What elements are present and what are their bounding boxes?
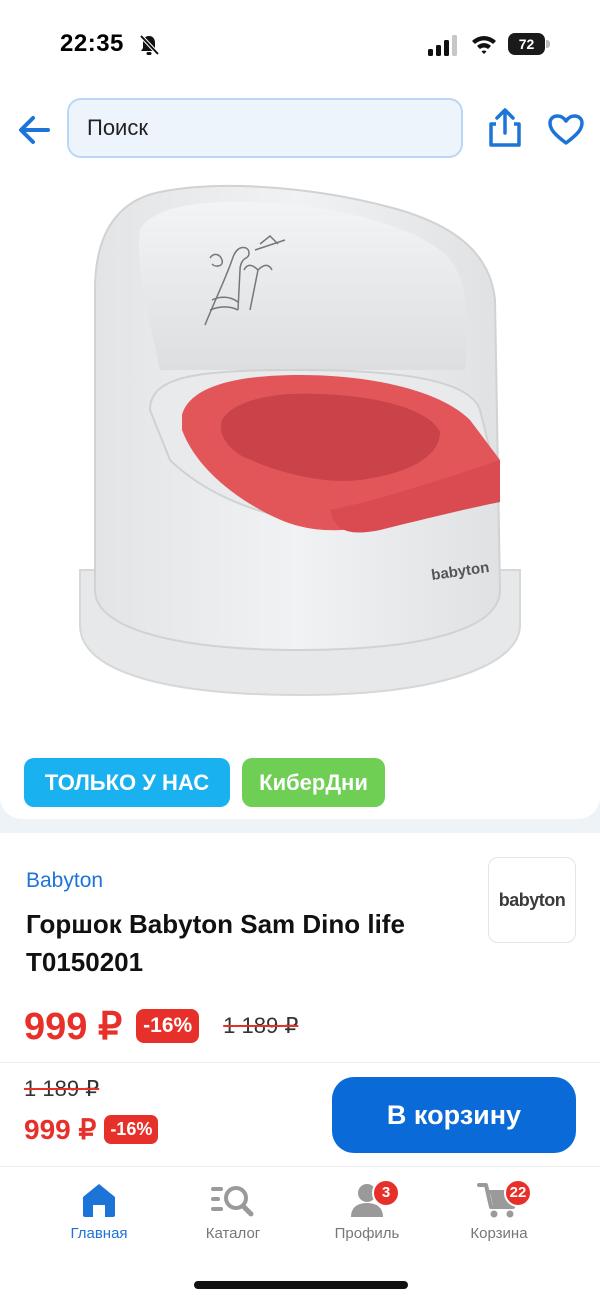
tab-cart-label: Корзина (470, 1225, 528, 1242)
product-photo: babyton (79, 184, 521, 697)
cart-count-badge: 22 (504, 1179, 532, 1207)
add-to-cart-button[interactable]: В корзину (332, 1077, 576, 1153)
header (0, 90, 600, 170)
product-title: Горшок Babyton Sam Dino life T0150201 (26, 909, 405, 977)
battery-level: 72 (518, 36, 535, 52)
tab-cart[interactable]: 22 Корзина (444, 1179, 554, 1261)
tab-profile-label: Профиль (334, 1225, 400, 1242)
buy-bar-old-price: 1 189 ₽ (24, 1076, 100, 1101)
status-bar: 22:35 72 (0, 0, 600, 90)
battery-icon: 72 (508, 33, 550, 55)
tab-home[interactable]: Главная (44, 1181, 154, 1261)
brand-logo[interactable]: babyton (488, 857, 576, 943)
bell-off-icon (139, 34, 160, 56)
heart-icon[interactable] (548, 114, 584, 146)
tab-home-label: Главная (70, 1225, 128, 1242)
back-arrow-icon[interactable] (16, 112, 52, 148)
signal-icon (428, 35, 457, 56)
status-time: 22:35 (60, 30, 124, 57)
product-image-carousel[interactable]: babyton (0, 170, 600, 897)
search-field[interactable] (67, 98, 463, 158)
buy-bar-price-row: 999 ₽ -16% (24, 1113, 159, 1146)
share-icon[interactable] (488, 108, 522, 148)
badges-section: ТОЛЬКО У НАС КиберДни (0, 745, 600, 833)
old-price: 1 189 ₽ (223, 1013, 299, 1038)
buy-bar-price: 999 ₽ (24, 1114, 97, 1145)
brand-link[interactable]: Babyton (26, 869, 103, 893)
tab-profile[interactable]: 3 Профиль (312, 1179, 422, 1261)
wifi-icon (472, 36, 496, 54)
buy-bar: 1 189 ₽ 999 ₽ -16% В корзину (0, 1062, 600, 1166)
search-input[interactable] (87, 115, 461, 141)
home-indicator (194, 1281, 408, 1289)
tab-catalog-label: Каталог (205, 1225, 261, 1242)
home-icon (83, 1184, 115, 1217)
product-page: 22:35 72 Поиск babyton ТОЛЬКО У НАС Кибе… (0, 0, 600, 1300)
tab-catalog[interactable]: Каталог (178, 1181, 288, 1261)
product-info: Babyton babyton Горшок Babyton Sam Dino … (0, 833, 600, 1063)
exclusive-badge[interactable]: ТОЛЬКО У НАС (24, 758, 230, 807)
discount-badge: -16% (136, 1009, 200, 1043)
price-row: 999 ₽ -16% 1 189 ₽ (24, 1001, 298, 1051)
current-price: 999 ₽ (24, 1005, 123, 1048)
tab-bar: Главная Каталог 3 Профиль 22 Корзина (0, 1166, 600, 1300)
buy-bar-discount: -16% (104, 1115, 159, 1144)
cyber-days-badge[interactable]: КиберДни (242, 758, 385, 807)
profile-count-badge: 3 (372, 1179, 400, 1207)
brand-logo-text: babyton (498, 889, 566, 910)
catalog-search-icon (211, 1186, 254, 1217)
